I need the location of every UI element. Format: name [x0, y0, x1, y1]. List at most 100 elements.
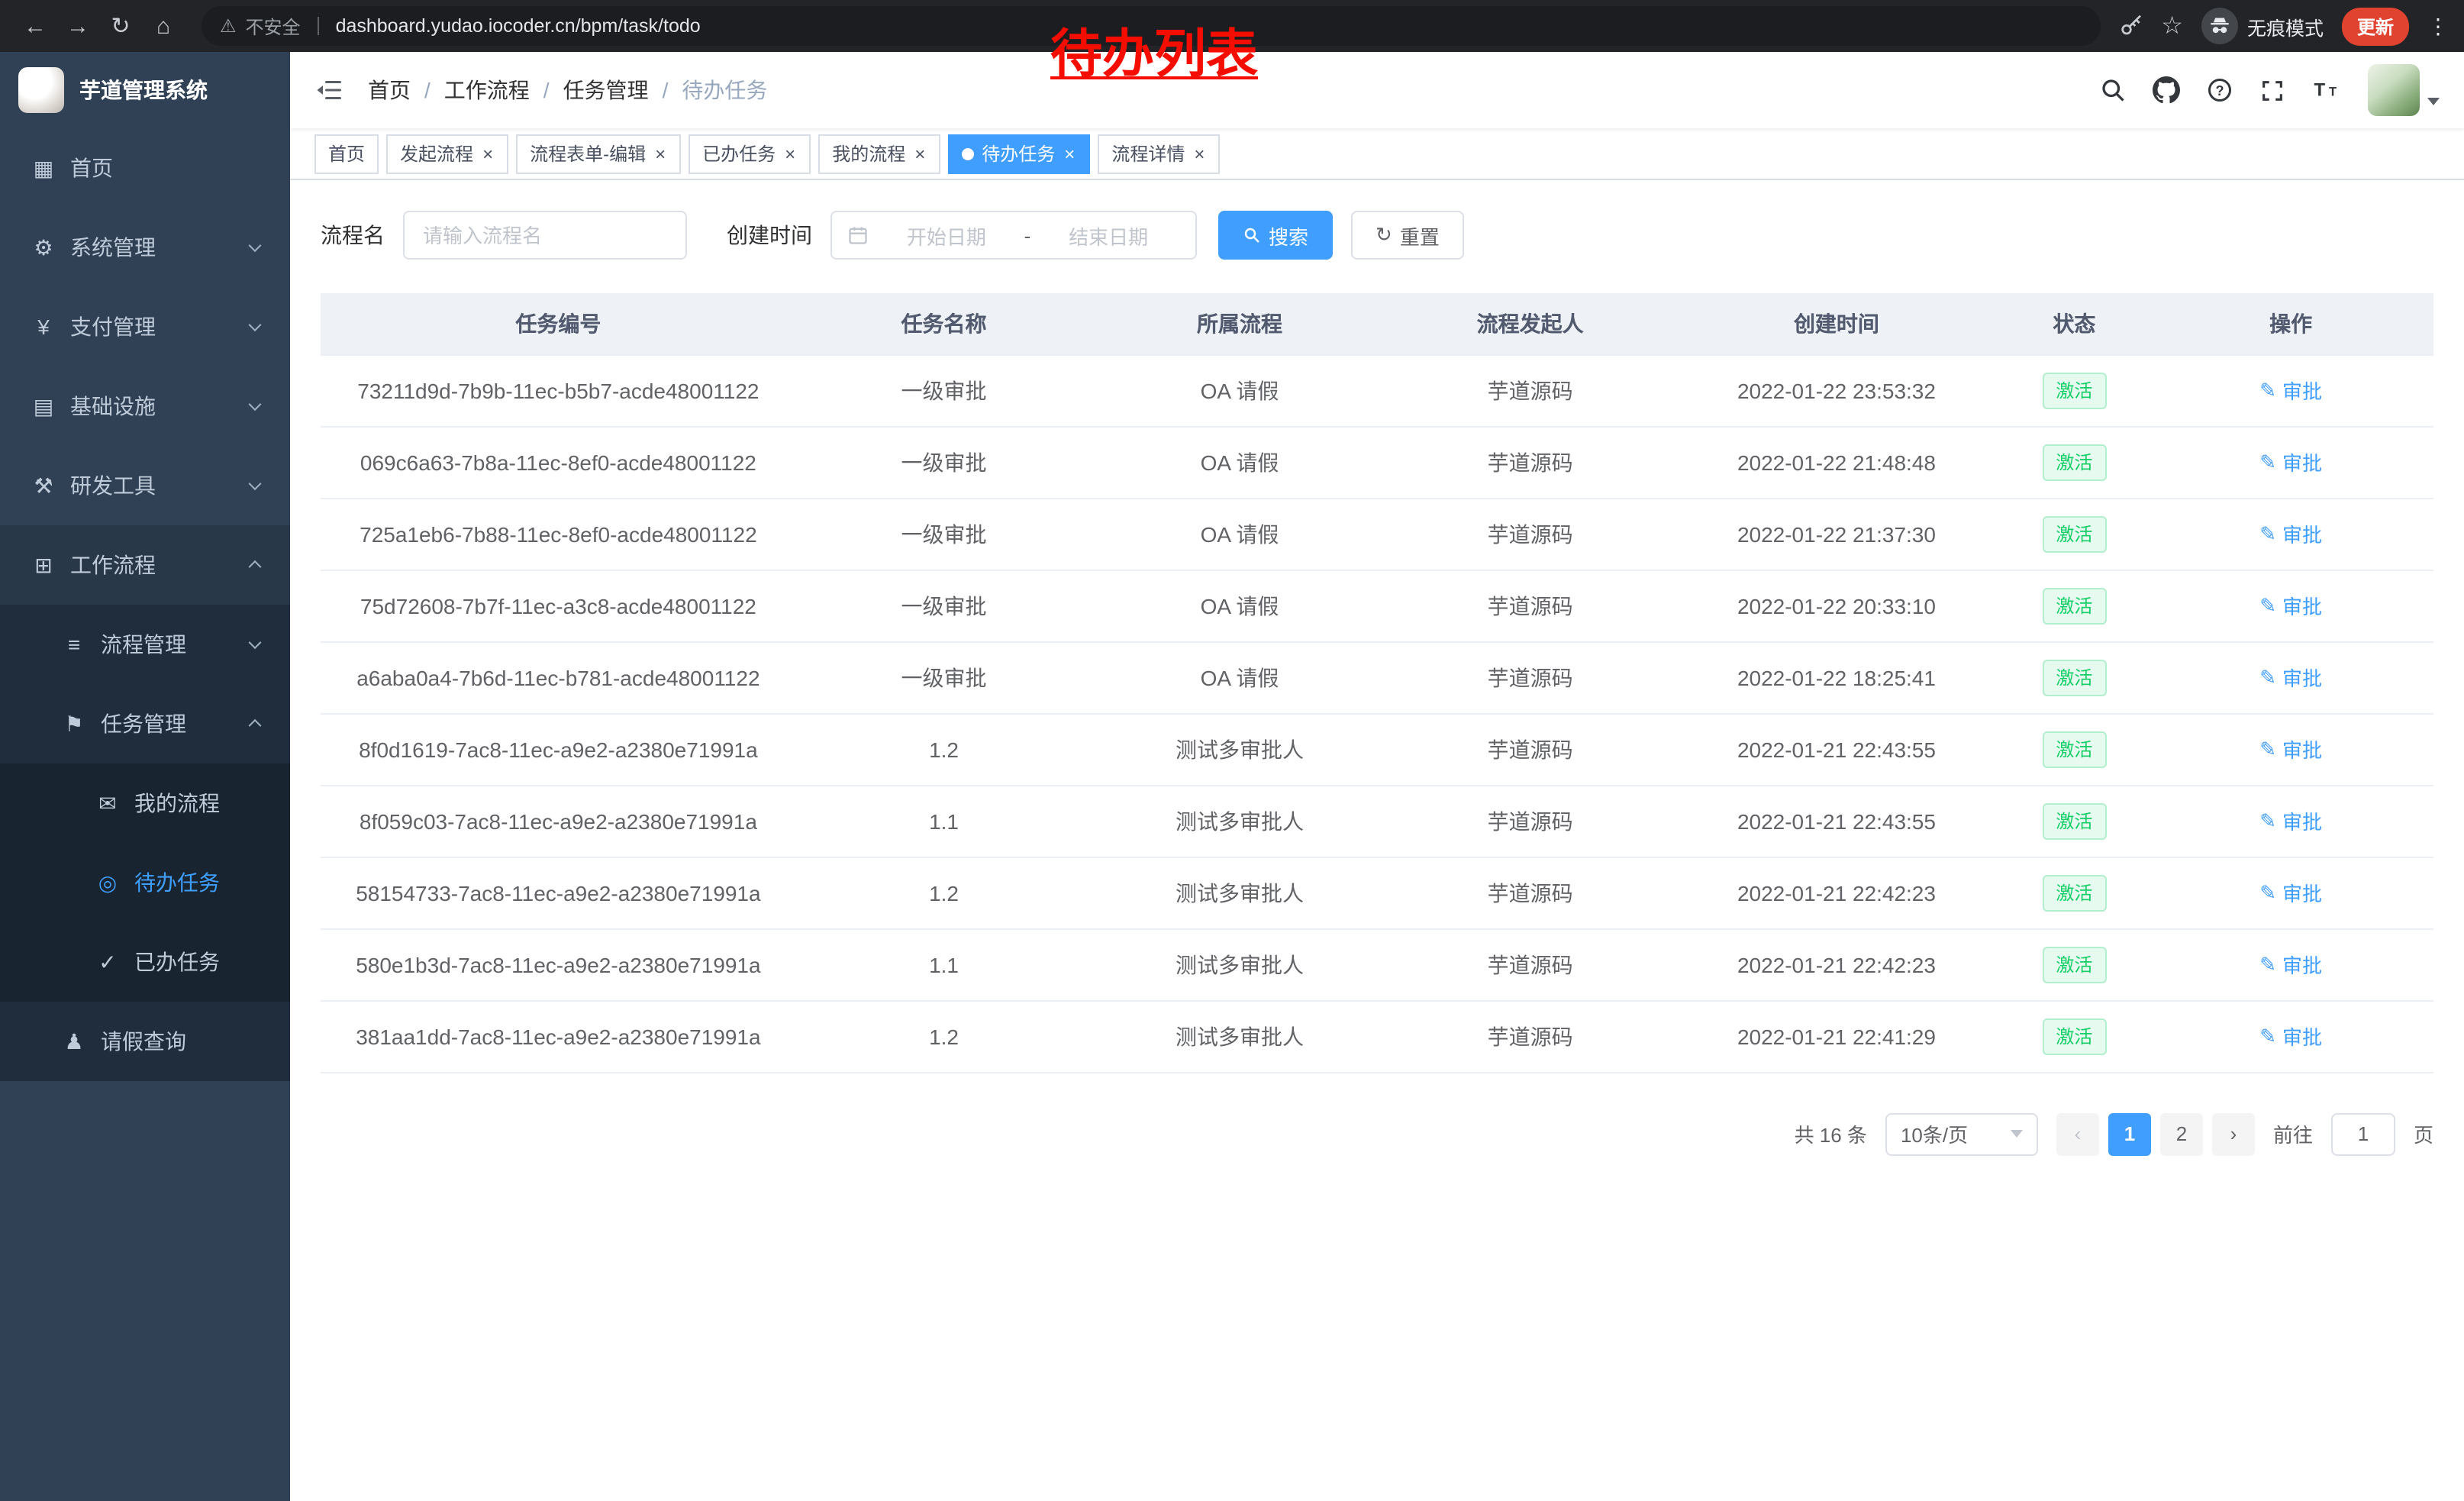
sidebar-item-home[interactable]: ▦首页: [0, 128, 290, 208]
tab-launch-process[interactable]: 发起流程×: [386, 134, 508, 173]
breadcrumb-item-home[interactable]: 首页: [368, 75, 411, 105]
cell-process: OA 请假: [1092, 641, 1388, 713]
cell-process: 测试多审批人: [1092, 1000, 1388, 1072]
cell-status: 激活: [2000, 928, 2148, 1000]
approve-link[interactable]: ✎审批: [2259, 519, 2322, 548]
star-icon[interactable]: ☆: [2161, 11, 2183, 41]
sidebar-item-my-process[interactable]: ✉我的流程: [0, 763, 290, 843]
cell-status: 激活: [2000, 857, 2148, 928]
cell-action: ✎审批: [2148, 713, 2433, 785]
sidebar-item-workflow[interactable]: ⊞工作流程: [0, 525, 290, 605]
user-avatar-dropdown[interactable]: [2368, 64, 2440, 116]
approve-link[interactable]: ✎审批: [2259, 663, 2322, 692]
sidebar-collapse-icon[interactable]: [314, 76, 345, 104]
page-size-select[interactable]: 10条/页: [1885, 1112, 2038, 1155]
date-range-picker[interactable]: 开始日期 - 结束日期: [830, 211, 1197, 260]
github-icon[interactable]: [2153, 76, 2180, 104]
incognito-icon: [2201, 8, 2238, 44]
tab-done-tasks[interactable]: 已办任务 ×: [689, 134, 811, 173]
close-icon[interactable]: ×: [653, 144, 667, 163]
sidebar: 芋道管理系统 ▦首页⚙系统管理¥支付管理▤基础设施⚒研发工具⊞工作流程≡流程管理…: [0, 52, 290, 1501]
cell-process: OA 请假: [1092, 354, 1388, 426]
back-icon[interactable]: ←: [15, 6, 55, 46]
incognito-label: 无痕模式: [2247, 11, 2324, 40]
cell-status: 激活: [2000, 1000, 2148, 1072]
approve-link[interactable]: ✎审批: [2259, 591, 2322, 620]
font-size-icon[interactable]: T T: [2311, 76, 2342, 104]
sidebar-item-payment-management[interactable]: ¥支付管理: [0, 287, 290, 366]
sidebar-item-process-management[interactable]: ≡流程管理: [0, 605, 290, 684]
prev-page-button[interactable]: ‹: [2056, 1112, 2099, 1155]
edit-icon: ✎: [2259, 1024, 2276, 1048]
close-icon[interactable]: ×: [1063, 144, 1076, 163]
sidebar-item-infrastructure[interactable]: ▤基础设施: [0, 366, 290, 446]
sidebar-item-system-management[interactable]: ⚙系统管理: [0, 208, 290, 287]
sidebar-item-done-tasks[interactable]: ✓已办任务: [0, 922, 290, 1002]
tab-home[interactable]: 首页: [314, 134, 379, 173]
approve-link[interactable]: ✎审批: [2259, 950, 2322, 979]
forward-icon[interactable]: →: [58, 6, 98, 46]
approve-link[interactable]: ✎审批: [2259, 878, 2322, 907]
close-icon[interactable]: ×: [913, 144, 927, 163]
tab-label: 已办任务: [702, 140, 776, 166]
screen: ← → ↻ ⌂ ⚠ 不安全 dashboard.yudao.iocoder.cn…: [0, 0, 2464, 1501]
cell-id: 8f0d1619-7ac8-11ec-a9e2-a2380e71991a: [321, 713, 796, 785]
help-icon[interactable]: ?: [2206, 76, 2233, 104]
tab-todo-tasks[interactable]: 待办任务×: [948, 134, 1090, 173]
app: 芋道管理系统 ▦首页⚙系统管理¥支付管理▤基础设施⚒研发工具⊞工作流程≡流程管理…: [0, 52, 2464, 1501]
app-title: 芋道管理系统: [79, 75, 208, 105]
cell-created_at: 2022-01-22 21:37:30: [1672, 498, 2000, 570]
table-row: 069c6a63-7b8a-11ec-8ef0-acde48001122一级审批…: [321, 426, 2433, 498]
pagination-total: 共 16 条: [1795, 1119, 1867, 1148]
sidebar-item-dev-tools[interactable]: ⚒研发工具: [0, 446, 290, 525]
search-icon: [1243, 226, 1261, 244]
cell-status: 激活: [2000, 498, 2148, 570]
close-icon[interactable]: ×: [1192, 144, 1206, 163]
cell-created_at: 2022-01-22 23:53:32: [1672, 354, 2000, 426]
page-button-1[interactable]: 1: [2108, 1112, 2151, 1155]
reset-button[interactable]: ↻ 重置: [1351, 211, 1464, 260]
key-icon[interactable]: [2118, 14, 2143, 38]
tab-process-detail[interactable]: 流程详情×: [1098, 134, 1220, 173]
logo-avatar: [18, 67, 64, 113]
cell-process: OA 请假: [1092, 426, 1388, 498]
tab-process-form-edit[interactable]: 流程表单-编辑×: [516, 134, 681, 173]
update-button[interactable]: 更新: [2342, 7, 2409, 45]
url-text: dashboard.yudao.iocoder.cn/bpm/task/todo: [336, 15, 701, 37]
approve-link[interactable]: ✎审批: [2259, 734, 2322, 763]
sidebar-item-task-management[interactable]: ⚑任务管理: [0, 684, 290, 763]
process-name-input[interactable]: [403, 211, 687, 260]
cell-process: OA 请假: [1092, 498, 1388, 570]
reload-icon[interactable]: ↻: [101, 6, 140, 46]
close-icon[interactable]: ×: [481, 144, 495, 163]
page-button-2[interactable]: 2: [2160, 1112, 2203, 1155]
goto-page-input[interactable]: [2331, 1112, 2395, 1155]
approve-link[interactable]: ✎审批: [2259, 1022, 2322, 1051]
cell-initiator: 芋道源码: [1388, 857, 1673, 928]
fullscreen-icon[interactable]: [2259, 77, 2285, 103]
sidebar-item-todo-tasks[interactable]: ◎待办任务: [0, 843, 290, 922]
edit-icon: ✎: [2259, 880, 2276, 905]
approve-link[interactable]: ✎审批: [2259, 447, 2322, 476]
cell-created_at: 2022-01-21 22:43:55: [1672, 785, 2000, 857]
sidebar-item-label: 工作流程: [70, 550, 156, 580]
search-button[interactable]: 搜索: [1218, 211, 1333, 260]
cell-initiator: 芋道源码: [1388, 498, 1673, 570]
approve-link[interactable]: ✎审批: [2259, 376, 2322, 405]
sidebar-menu: ▦首页⚙系统管理¥支付管理▤基础设施⚒研发工具⊞工作流程≡流程管理⚑任务管理✉我…: [0, 128, 290, 1501]
home-icon[interactable]: ⌂: [144, 6, 183, 46]
next-page-button[interactable]: ›: [2212, 1112, 2255, 1155]
sidebar-item-leave-query[interactable]: ♟请假查询: [0, 1002, 290, 1081]
chevron-up-icon: [249, 560, 262, 573]
menu-dots-icon[interactable]: ⋮: [2427, 13, 2449, 39]
search-icon[interactable]: [2099, 76, 2127, 104]
breadcrumb-item-workflow[interactable]: 工作流程: [444, 75, 530, 105]
close-icon[interactable]: ×: [783, 144, 797, 163]
sidebar-logo[interactable]: 芋道管理系统: [0, 52, 290, 128]
tab-my-process[interactable]: 我的流程×: [818, 134, 940, 173]
cell-id: 069c6a63-7b8a-11ec-8ef0-acde48001122: [321, 426, 796, 498]
approve-link[interactable]: ✎审批: [2259, 806, 2322, 835]
cell-name: 1.2: [796, 857, 1092, 928]
cell-action: ✎审批: [2148, 928, 2433, 1000]
breadcrumb-item-task-management[interactable]: 任务管理: [563, 75, 649, 105]
